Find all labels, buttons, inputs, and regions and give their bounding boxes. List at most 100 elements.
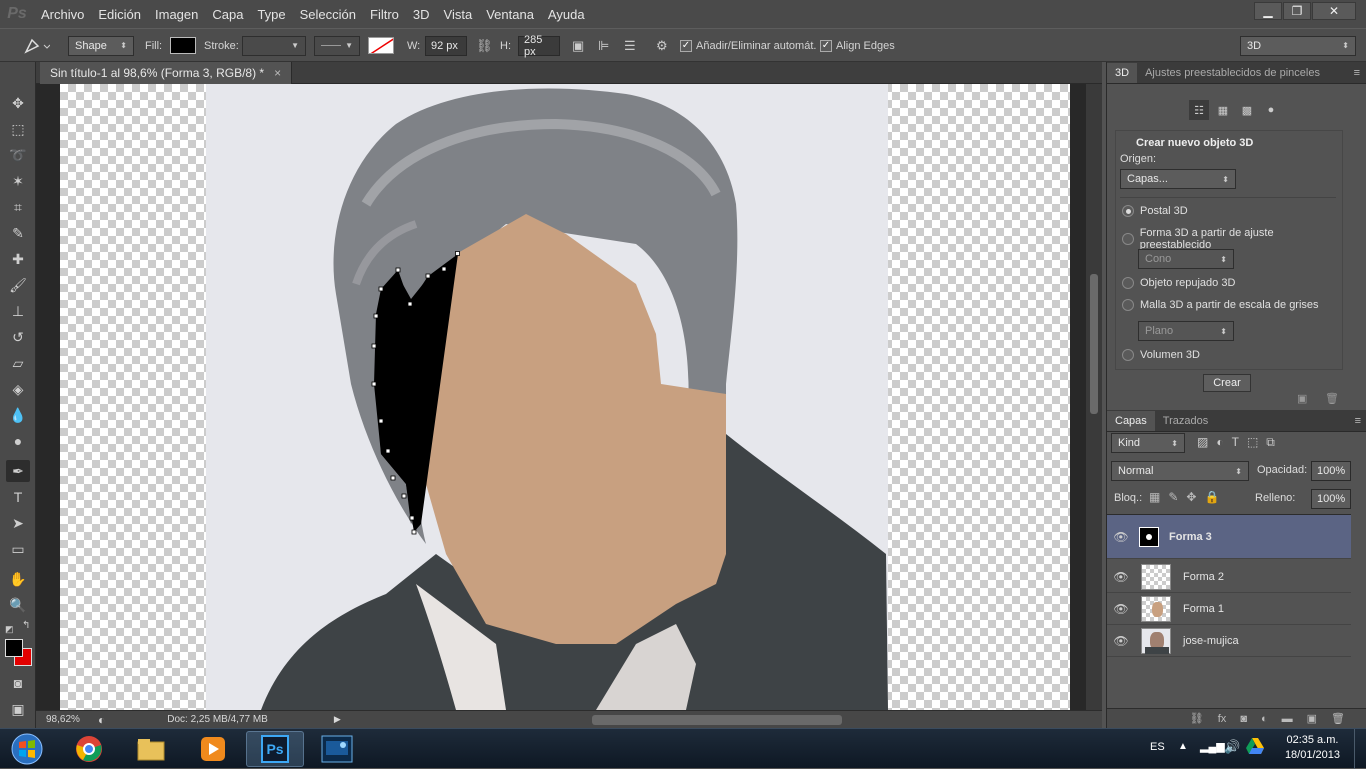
mode-dropdown[interactable]: Shape ⬍ xyxy=(68,35,134,56)
shape-filter-icon[interactable]: ⬚ xyxy=(1247,435,1258,450)
layer-name[interactable]: Forma 3 xyxy=(1169,531,1212,543)
link-icon[interactable]: ⛓ xyxy=(476,38,493,54)
close-tab-icon[interactable]: × xyxy=(274,66,281,80)
layer-name[interactable]: Forma 2 xyxy=(1183,571,1224,583)
show-hidden-icons-icon[interactable]: ▲ xyxy=(1178,741,1188,752)
radio-forma-3d[interactable]: Forma 3D a partir de ajuste preestableci… xyxy=(1122,227,1342,251)
path-arrangement-icon[interactable]: ☰ xyxy=(624,38,636,54)
pen-tool-icon[interactable]: ✒ xyxy=(6,460,30,482)
create-button[interactable]: Crear xyxy=(1203,374,1251,392)
quick-mask-icon[interactable]: ◙ xyxy=(6,672,30,694)
eye-icon[interactable]: 👁 xyxy=(1107,634,1135,648)
type-filter-icon[interactable]: T xyxy=(1232,435,1239,450)
zoom-level[interactable]: 98,62% xyxy=(46,714,90,725)
layer-row[interactable]: 👁 Forma 1 xyxy=(1107,593,1351,625)
clock[interactable]: 02:35 a.m. 18/01/2013 xyxy=(1285,733,1340,763)
foreground-color-swatch[interactable] xyxy=(5,639,23,657)
screen-mode-icon[interactable]: ▣ xyxy=(6,698,30,720)
delete-layer-icon[interactable]: 🗑 xyxy=(1331,712,1345,725)
menu-3d[interactable]: 3D xyxy=(406,7,437,22)
layer-row[interactable]: 👁 Forma 2 xyxy=(1107,561,1351,593)
chrome-taskbar-icon[interactable] xyxy=(60,731,118,767)
doc-info[interactable]: Doc: 2,25 MB/4,77 MB xyxy=(167,714,268,725)
close-button[interactable]: ✕ xyxy=(1312,2,1356,20)
menu-imagen[interactable]: Imagen xyxy=(148,7,205,22)
workspace-dropdown[interactable]: 3D ⬍ xyxy=(1240,35,1356,56)
start-button[interactable] xyxy=(2,731,52,767)
history-brush-tool-icon[interactable]: ↺ xyxy=(6,326,30,348)
google-drive-icon[interactable] xyxy=(1246,738,1264,757)
lasso-tool-icon[interactable]: ➰ xyxy=(6,144,30,166)
marquee-tool-icon[interactable]: ⬚ xyxy=(6,118,30,140)
canvas-area[interactable] xyxy=(36,84,1102,710)
tab-capas[interactable]: Capas xyxy=(1107,411,1155,431)
move-tool-icon[interactable]: ✥ xyxy=(6,92,30,114)
minimize-button[interactable]: ▁ xyxy=(1254,2,1282,20)
origin-dropdown[interactable]: Capas... ⬍ xyxy=(1120,169,1236,189)
new-3d-icon[interactable]: ▣ xyxy=(1297,392,1307,405)
tab-3d[interactable]: 3D xyxy=(1107,63,1138,83)
menu-ayuda[interactable]: Ayuda xyxy=(541,7,592,22)
path-alignment-icon[interactable]: ⊫ xyxy=(598,38,609,54)
opacity-field[interactable]: 100% xyxy=(1311,461,1351,481)
menu-vista[interactable]: Vista xyxy=(437,7,480,22)
eye-icon[interactable]: 👁 xyxy=(1107,530,1135,544)
stroke-type-dropdown[interactable]: ▼ xyxy=(314,35,360,56)
vertical-scroll-thumb[interactable] xyxy=(1090,274,1098,414)
trash-icon[interactable]: 🗑 xyxy=(1325,392,1339,405)
eye-icon[interactable]: 👁 xyxy=(1107,602,1135,616)
radio-repujado-3d[interactable]: Objeto repujado 3D xyxy=(1122,277,1235,289)
image-artwork[interactable] xyxy=(36,84,1102,710)
new-group-icon[interactable]: ▬ xyxy=(1282,713,1293,725)
scene-icon[interactable]: ☷ xyxy=(1189,100,1209,120)
healing-brush-tool-icon[interactable]: ✚ xyxy=(6,248,30,270)
path-operations-icon[interactable]: ▣ xyxy=(572,38,584,54)
plane-dropdown[interactable]: Plano ⬍ xyxy=(1138,321,1234,341)
brush-tool-icon[interactable]: 🖌 xyxy=(6,274,30,296)
menu-edicion[interactable]: Edición xyxy=(91,7,148,22)
blur-tool-icon[interactable]: 💧 xyxy=(6,404,30,426)
paint-bucket-tool-icon[interactable]: ◈ xyxy=(6,378,30,400)
default-colors-icon[interactable]: ◩ xyxy=(5,624,14,635)
document-tab[interactable]: Sin título-1 al 98,6% (Forma 3, RGB/8) *… xyxy=(40,62,293,84)
magic-wand-tool-icon[interactable]: ✶ xyxy=(6,170,30,192)
layer-name[interactable]: jose-mujica xyxy=(1183,635,1239,647)
show-desktop-button[interactable] xyxy=(1354,729,1366,769)
status-info-icon[interactable]: ◐ xyxy=(98,713,105,727)
eyedropper-tool-icon[interactable]: ✎ xyxy=(6,222,30,244)
lock-position-icon[interactable]: ✥ xyxy=(1186,490,1196,504)
zoom-tool-icon[interactable]: 🔍 xyxy=(6,594,30,616)
network-icon[interactable]: ▂▄▆ xyxy=(1200,740,1225,753)
height-field[interactable]: 285 px xyxy=(518,34,560,58)
photoshop-taskbar-icon[interactable]: Ps xyxy=(246,731,304,767)
rectangle-tool-icon[interactable]: ▭ xyxy=(6,538,30,560)
add-mask-icon[interactable]: ◙ xyxy=(1240,713,1247,725)
kind-filter-dropdown[interactable]: Kind ⬍ xyxy=(1111,433,1185,453)
pen-tool-preset-icon[interactable] xyxy=(20,35,50,56)
new-layer-icon[interactable]: ▣ xyxy=(1307,712,1317,725)
layer-name[interactable]: Forma 1 xyxy=(1183,603,1224,615)
stroke-color-swatch[interactable] xyxy=(368,37,394,54)
pixel-filter-icon[interactable]: ▨ xyxy=(1197,435,1208,450)
radio-malla-3d[interactable]: Malla 3D a partir de escala de grises xyxy=(1122,299,1319,311)
cone-dropdown[interactable]: Cono ⬍ xyxy=(1138,249,1234,269)
link-layers-icon[interactable]: ⛓ xyxy=(1190,712,1204,725)
gear-icon[interactable]: ⚙ xyxy=(656,38,668,54)
type-tool-icon[interactable]: T xyxy=(6,486,30,508)
hand-tool-icon[interactable]: ✋ xyxy=(6,568,30,590)
checkmark-icon[interactable]: ✓ xyxy=(680,39,692,52)
menu-capa[interactable]: Capa xyxy=(205,7,250,22)
menu-type[interactable]: Type xyxy=(250,7,292,22)
path-selection-tool-icon[interactable]: ➤ xyxy=(6,512,30,534)
width-field[interactable]: 92 px xyxy=(425,35,467,56)
eraser-tool-icon[interactable]: ▱ xyxy=(6,352,30,374)
checkmark-icon[interactable]: ✓ xyxy=(820,39,832,52)
lock-pixels-icon[interactable]: ✎ xyxy=(1168,490,1178,504)
horizontal-scroll-thumb[interactable] xyxy=(592,715,842,725)
fx-icon[interactable]: fx xyxy=(1218,713,1227,725)
fill-swatch[interactable] xyxy=(170,37,196,54)
tab-trazados[interactable]: Trazados xyxy=(1155,411,1216,431)
media-player-taskbar-icon[interactable] xyxy=(184,731,242,767)
panel-menu-icon[interactable]: ≡ xyxy=(1348,67,1366,83)
layer-row[interactable]: 👁 jose-mujica xyxy=(1107,625,1351,657)
